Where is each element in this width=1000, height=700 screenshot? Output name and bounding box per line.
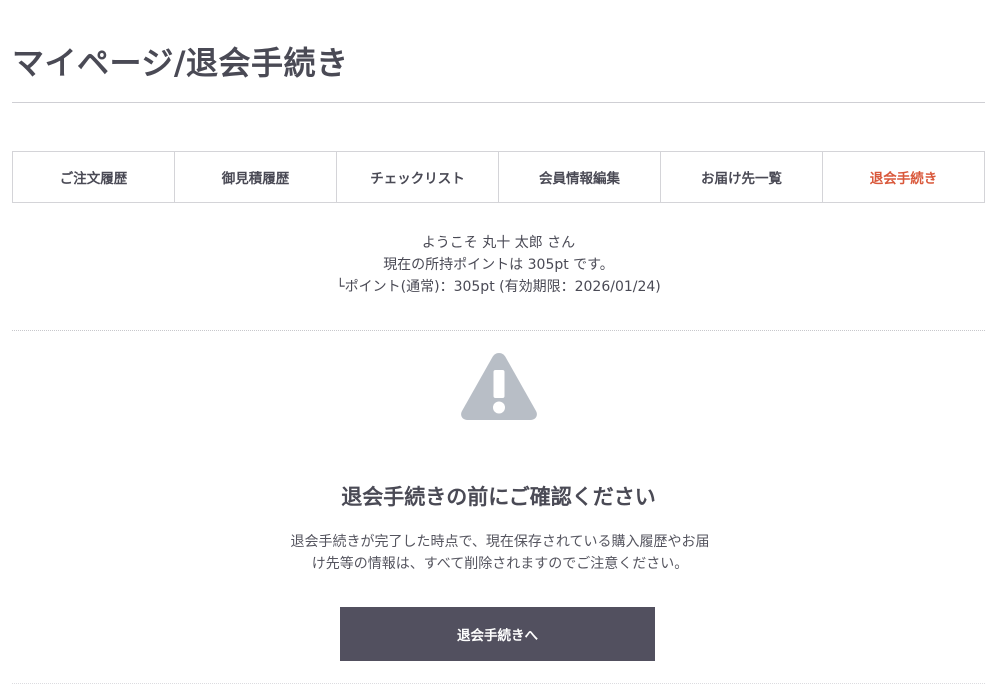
welcome-greeting: ようこそ 丸十 太郎 さん [421,235,576,251]
points-summary: 現在の所持ポイントは 305pt です。 [383,257,614,273]
notice-line-2: け先等の情報は、すべて削除されますのでご注意ください。 [311,556,689,572]
tab-quote-history[interactable]: 御見積履歴 [175,152,337,202]
title-divider [12,102,985,103]
bottom-divider [12,683,985,684]
tab-delivery-address-list[interactable]: お届け先一覧 [661,152,823,202]
section-divider [12,330,985,331]
points-detail: └ポイント(通常)：305pt (有効期限：2026/01/24) [336,279,661,295]
proceed-withdrawal-button[interactable]: 退会手続きへ [340,607,655,661]
notice-line-1: 退会手続きが完了した時点で、現在保存されている購入履歴やお届 [290,534,710,550]
confirm-heading: 退会手続きの前にご確認ください [341,485,656,509]
tab-order-history[interactable]: ご注文履歴 [13,152,175,202]
mypage-withdrawal-page: マイページ/退会手続き ご注文履歴 御見積履歴 チェックリスト 会員情報編集 お… [0,0,1000,700]
withdrawal-notice: 退会手続きが完了した時点で、現在保存されている購入履歴やお届 け先等の情報は、す… [240,531,760,575]
welcome-block: ようこそ 丸十 太郎 さん 現在の所持ポイントは 305pt です。 └ポイント… [12,232,985,298]
tab-withdrawal[interactable]: 退会手続き [823,152,984,202]
tab-member-info-edit[interactable]: 会員情報編集 [499,152,661,202]
tab-checklist[interactable]: チェックリスト [337,152,499,202]
mypage-tab-nav: ご注文履歴 御見積履歴 チェックリスト 会員情報編集 お届け先一覧 退会手続き [12,151,985,203]
warning-triangle-icon [461,353,537,420]
page-title: マイページ/退会手続き [12,44,349,82]
